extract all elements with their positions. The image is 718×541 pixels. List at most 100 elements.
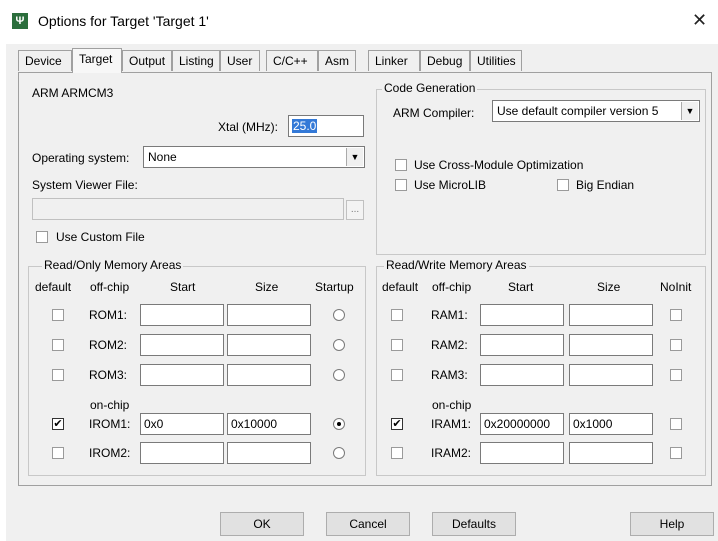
rw-noinit-checkbox[interactable] xyxy=(670,447,682,459)
rw-noinit-checkbox[interactable] xyxy=(670,418,682,430)
big-endian-label: Big Endian xyxy=(576,178,635,192)
rw-size-input[interactable] xyxy=(569,442,653,464)
ro-startup-radio[interactable] xyxy=(333,369,345,381)
ro-col-size: Size xyxy=(255,280,279,294)
compiler-value: Use default compiler version 5 xyxy=(497,104,659,118)
use-custom-file-label: Use Custom File xyxy=(56,230,145,244)
ro-startup-radio[interactable] xyxy=(333,309,345,321)
ro-startup-radio[interactable] xyxy=(333,418,345,430)
ro-onchip-label: on-chip xyxy=(90,398,130,412)
rw-default-checkbox[interactable]: ✔ xyxy=(391,418,403,430)
tab-user[interactable]: User xyxy=(220,50,260,71)
rw-row-name: RAM3: xyxy=(431,368,468,382)
os-value: None xyxy=(148,150,177,164)
cancel-button[interactable]: Cancel xyxy=(326,512,410,536)
ro-start-input[interactable] xyxy=(140,442,224,464)
ro-default-checkbox[interactable] xyxy=(52,369,64,381)
rw-row-name: IRAM1: xyxy=(431,417,472,431)
rw-default-checkbox[interactable] xyxy=(391,309,403,321)
window-title: Options for Target 'Target 1' xyxy=(38,13,209,29)
ro-start-input[interactable]: 0x0 xyxy=(140,413,224,435)
ro-startup-radio[interactable] xyxy=(333,447,345,459)
ro-row-name: ROM2: xyxy=(89,338,128,352)
microlib-checkbox[interactable] xyxy=(395,179,407,191)
ro-row-name: ROM3: xyxy=(89,368,128,382)
tab-listing[interactable]: Listing xyxy=(172,50,220,71)
code-generation-title: Code Generation xyxy=(382,81,478,95)
ro-start-input[interactable] xyxy=(140,304,224,326)
ro-col-start: Start xyxy=(170,280,196,294)
tab-target[interactable]: Target xyxy=(72,48,122,73)
rw-start-input[interactable] xyxy=(480,442,564,464)
radio-dot-icon xyxy=(337,422,341,426)
xtal-value: 25.0 xyxy=(292,119,318,133)
rw-size-input[interactable] xyxy=(569,364,653,386)
chevron-down-icon[interactable]: ▼ xyxy=(346,148,363,166)
rw-size-input[interactable] xyxy=(569,304,653,326)
rw-col-start: Start xyxy=(508,280,534,294)
ro-size-input[interactable]: 0x10000 xyxy=(227,413,311,435)
cross-module-checkbox[interactable] xyxy=(395,159,407,171)
chevron-down-icon[interactable]: ▼ xyxy=(681,102,698,120)
ro-default-checkbox[interactable] xyxy=(52,309,64,321)
ro-size-input[interactable] xyxy=(227,304,311,326)
ro-size-input[interactable] xyxy=(227,364,311,386)
keil-uvision-icon: Ψ xyxy=(12,13,28,29)
rw-col-noinit: NoInit xyxy=(660,280,692,294)
rw-default-checkbox[interactable] xyxy=(391,339,403,351)
rw-onchip-label: on-chip xyxy=(432,398,472,412)
os-select[interactable]: None ▼ xyxy=(143,146,365,168)
cross-module-label: Use Cross-Module Optimization xyxy=(414,158,584,172)
svd-file-input[interactable] xyxy=(32,198,344,220)
tab-debug[interactable]: Debug xyxy=(420,50,470,71)
rw-col-default: default xyxy=(382,280,419,294)
help-button[interactable]: Help xyxy=(630,512,714,536)
rw-start-input[interactable]: 0x20000000 xyxy=(480,413,564,435)
tab-utilities[interactable]: Utilities xyxy=(470,50,522,71)
tab-linker[interactable]: Linker xyxy=(368,50,420,71)
rw-default-checkbox[interactable] xyxy=(391,447,403,459)
ro-col-offchip: off-chip xyxy=(90,280,130,294)
xtal-label: Xtal (MHz): xyxy=(218,120,278,134)
rw-noinit-checkbox[interactable] xyxy=(670,339,682,351)
ro-size-input[interactable] xyxy=(227,442,311,464)
rw-size-input[interactable]: 0x1000 xyxy=(569,413,653,435)
rw-memory-title: Read/Write Memory Areas xyxy=(384,258,529,272)
rw-start-input[interactable] xyxy=(480,304,564,326)
close-icon[interactable]: ✕ xyxy=(692,10,707,31)
rw-col-offchip: off-chip xyxy=(432,280,472,294)
ro-start-input[interactable] xyxy=(140,334,224,356)
compiler-label: ARM Compiler: xyxy=(393,106,475,120)
tab-device[interactable]: Device xyxy=(18,50,72,71)
xtal-input[interactable]: 25.0 xyxy=(288,115,364,137)
rw-default-checkbox[interactable] xyxy=(391,369,403,381)
compiler-select[interactable]: Use default compiler version 5 ▼ xyxy=(492,100,700,122)
ro-default-checkbox[interactable] xyxy=(52,339,64,351)
rw-row-name: RAM2: xyxy=(431,338,468,352)
defaults-button[interactable]: Defaults xyxy=(432,512,516,536)
ro-col-default: default xyxy=(35,280,72,294)
ro-default-checkbox[interactable]: ✔ xyxy=(52,418,64,430)
ro-default-checkbox[interactable] xyxy=(52,447,64,459)
rw-start-input[interactable] xyxy=(480,364,564,386)
ro-startup-radio[interactable] xyxy=(333,339,345,351)
tab-asm[interactable]: Asm xyxy=(318,50,356,71)
rw-start-input[interactable] xyxy=(480,334,564,356)
rw-noinit-checkbox[interactable] xyxy=(670,309,682,321)
os-label: Operating system: xyxy=(32,151,130,165)
rw-col-size: Size xyxy=(597,280,621,294)
microlib-label: Use MicroLIB xyxy=(414,178,487,192)
ro-size-input[interactable] xyxy=(227,334,311,356)
use-custom-file-checkbox[interactable] xyxy=(36,231,48,243)
ro-start-input[interactable] xyxy=(140,364,224,386)
svd-label: System Viewer File: xyxy=(32,178,138,192)
ok-button[interactable]: OK xyxy=(220,512,304,536)
rw-size-input[interactable] xyxy=(569,334,653,356)
tab-output[interactable]: Output xyxy=(122,50,172,71)
svd-browse-button[interactable]: ... xyxy=(346,200,364,220)
rw-row-name: IRAM2: xyxy=(431,446,472,460)
rw-row-name: RAM1: xyxy=(431,308,468,322)
rw-noinit-checkbox[interactable] xyxy=(670,369,682,381)
tab-c-cpp[interactable]: C/C++ xyxy=(266,50,318,71)
big-endian-checkbox[interactable] xyxy=(557,179,569,191)
